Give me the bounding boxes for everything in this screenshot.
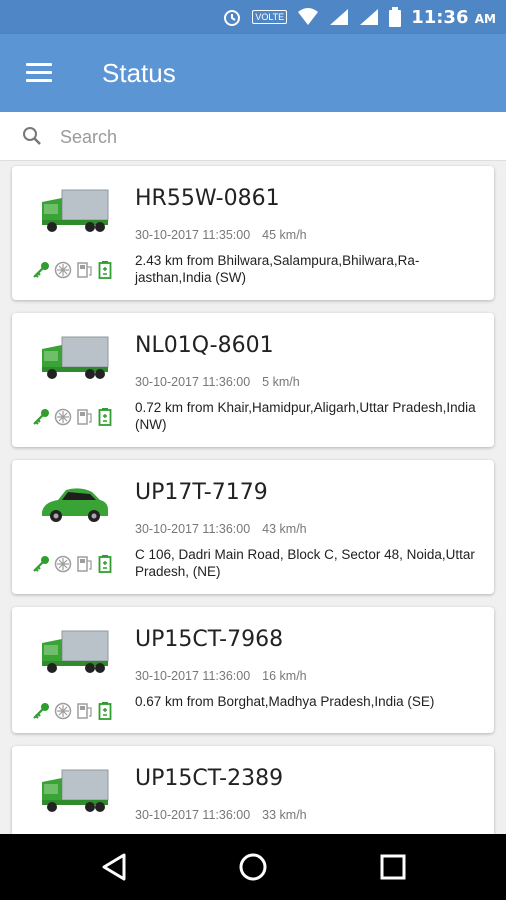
status-icons <box>32 702 112 720</box>
vehicle-meta: 30-10-2017 11:35:00 45 km/h <box>135 228 307 242</box>
search-icon <box>23 127 41 145</box>
vehicle-address: 0.72 km from Khair,Hamidpur,Aligarh,Utta… <box>135 400 476 432</box>
vehicle-meta: 30-10-2017 11:36:00 16 km/h <box>135 669 307 683</box>
fuel-icon <box>77 556 92 572</box>
wifi-icon <box>298 8 319 25</box>
home-icon[interactable] <box>238 852 268 882</box>
ignition-key-icon <box>33 409 49 425</box>
vehicle-speed: 5 km/h <box>262 375 300 389</box>
search-input[interactable] <box>58 122 482 152</box>
vehicle-plate: UP15CT-2389 <box>135 766 284 791</box>
vehicle-card[interactable]: NL01Q-8601 30-10-2017 11:36:00 5 km/h 0.7… <box>12 313 494 447</box>
vehicle-datetime: 30-10-2017 11:36:00 <box>135 522 251 536</box>
ignition-key-icon <box>33 556 49 572</box>
vehicle-meta: 30-10-2017 11:36:00 33 km/h <box>135 808 307 822</box>
battery-icon <box>98 702 112 720</box>
menu-icon[interactable] <box>26 63 54 83</box>
ac-icon <box>54 702 72 720</box>
vehicle-datetime: 30-10-2017 11:36:00 <box>135 375 251 389</box>
signal-icon-sim2 <box>360 9 379 25</box>
status-icons <box>32 408 112 426</box>
vehicle-card[interactable]: UP15CT-2389 30-10-2017 11:36:00 33 km/h <box>12 746 494 834</box>
truck-icon <box>42 189 109 232</box>
truck-icon <box>42 336 109 379</box>
vehicle-card[interactable]: HR55W-0861 30-10-2017 11:35:00 45 km/h 2.… <box>12 166 494 300</box>
car-icon <box>42 488 108 522</box>
ac-icon <box>54 261 72 279</box>
vehicle-datetime: 30-10-2017 11:35:00 <box>135 228 251 242</box>
vehicle-speed: 16 km/h <box>262 669 307 683</box>
vehicle-address: 2.43 km from Bhilwara,Salampura,Bhilwara… <box>135 253 420 285</box>
vehicle-plate: UP17T-7179 <box>135 480 268 505</box>
vehicle-meta: 30-10-2017 11:36:00 5 km/h <box>135 375 300 389</box>
alarm-icon <box>224 10 241 26</box>
app-bar: Status <box>0 34 506 112</box>
battery-status-icon <box>389 7 402 27</box>
vehicle-plate: NL01Q-8601 <box>135 333 274 358</box>
ignition-key-icon <box>33 703 49 719</box>
vehicle-meta: 30-10-2017 11:36:00 43 km/h <box>135 522 307 536</box>
fuel-icon <box>77 262 92 278</box>
status-icons <box>32 261 112 279</box>
vehicle-speed: 45 km/h <box>262 228 307 242</box>
fuel-icon <box>77 409 92 425</box>
ignition-key-icon <box>33 262 49 278</box>
vehicle-datetime: 30-10-2017 11:36:00 <box>135 669 251 683</box>
clock: 11:36 AM <box>411 6 496 28</box>
status-icons <box>32 555 112 573</box>
vehicle-address: C 106, Dadri Main Road, Block C, Sector … <box>135 547 475 579</box>
ac-icon <box>54 555 72 573</box>
vehicle-card[interactable]: UP15CT-7968 30-10-2017 11:36:00 16 km/h 0… <box>12 607 494 733</box>
battery-icon <box>98 261 112 279</box>
vehicle-speed: 43 km/h <box>262 522 307 536</box>
truck-icon <box>42 769 109 812</box>
vehicle-list: HR55W-0861 30-10-2017 11:35:00 45 km/h 2.… <box>0 160 506 834</box>
battery-icon <box>98 408 112 426</box>
search-bar <box>0 112 506 161</box>
signal-icon-sim1 <box>330 9 349 25</box>
fuel-icon <box>77 703 92 719</box>
truck-icon <box>42 630 109 673</box>
vehicle-plate: UP15CT-7968 <box>135 627 284 652</box>
system-status-bar: VOLTE 11:36 AM <box>0 0 506 34</box>
ac-icon <box>54 408 72 426</box>
vehicle-address: 0.67 km from Borghat,Madhya Pradesh,Indi… <box>135 694 435 709</box>
volte-badge: VOLTE <box>252 10 288 24</box>
vehicle-speed: 33 km/h <box>262 808 307 822</box>
vehicle-datetime: 30-10-2017 11:36:00 <box>135 808 251 822</box>
system-nav-bar <box>0 834 506 900</box>
back-icon[interactable] <box>100 852 128 882</box>
page-title: Status <box>102 58 176 88</box>
battery-icon <box>98 555 112 573</box>
recent-apps-icon[interactable] <box>380 854 406 880</box>
vehicle-plate: HR55W-0861 <box>135 186 280 211</box>
vehicle-card[interactable]: UP17T-7179 30-10-2017 11:36:00 43 km/h C … <box>12 460 494 594</box>
